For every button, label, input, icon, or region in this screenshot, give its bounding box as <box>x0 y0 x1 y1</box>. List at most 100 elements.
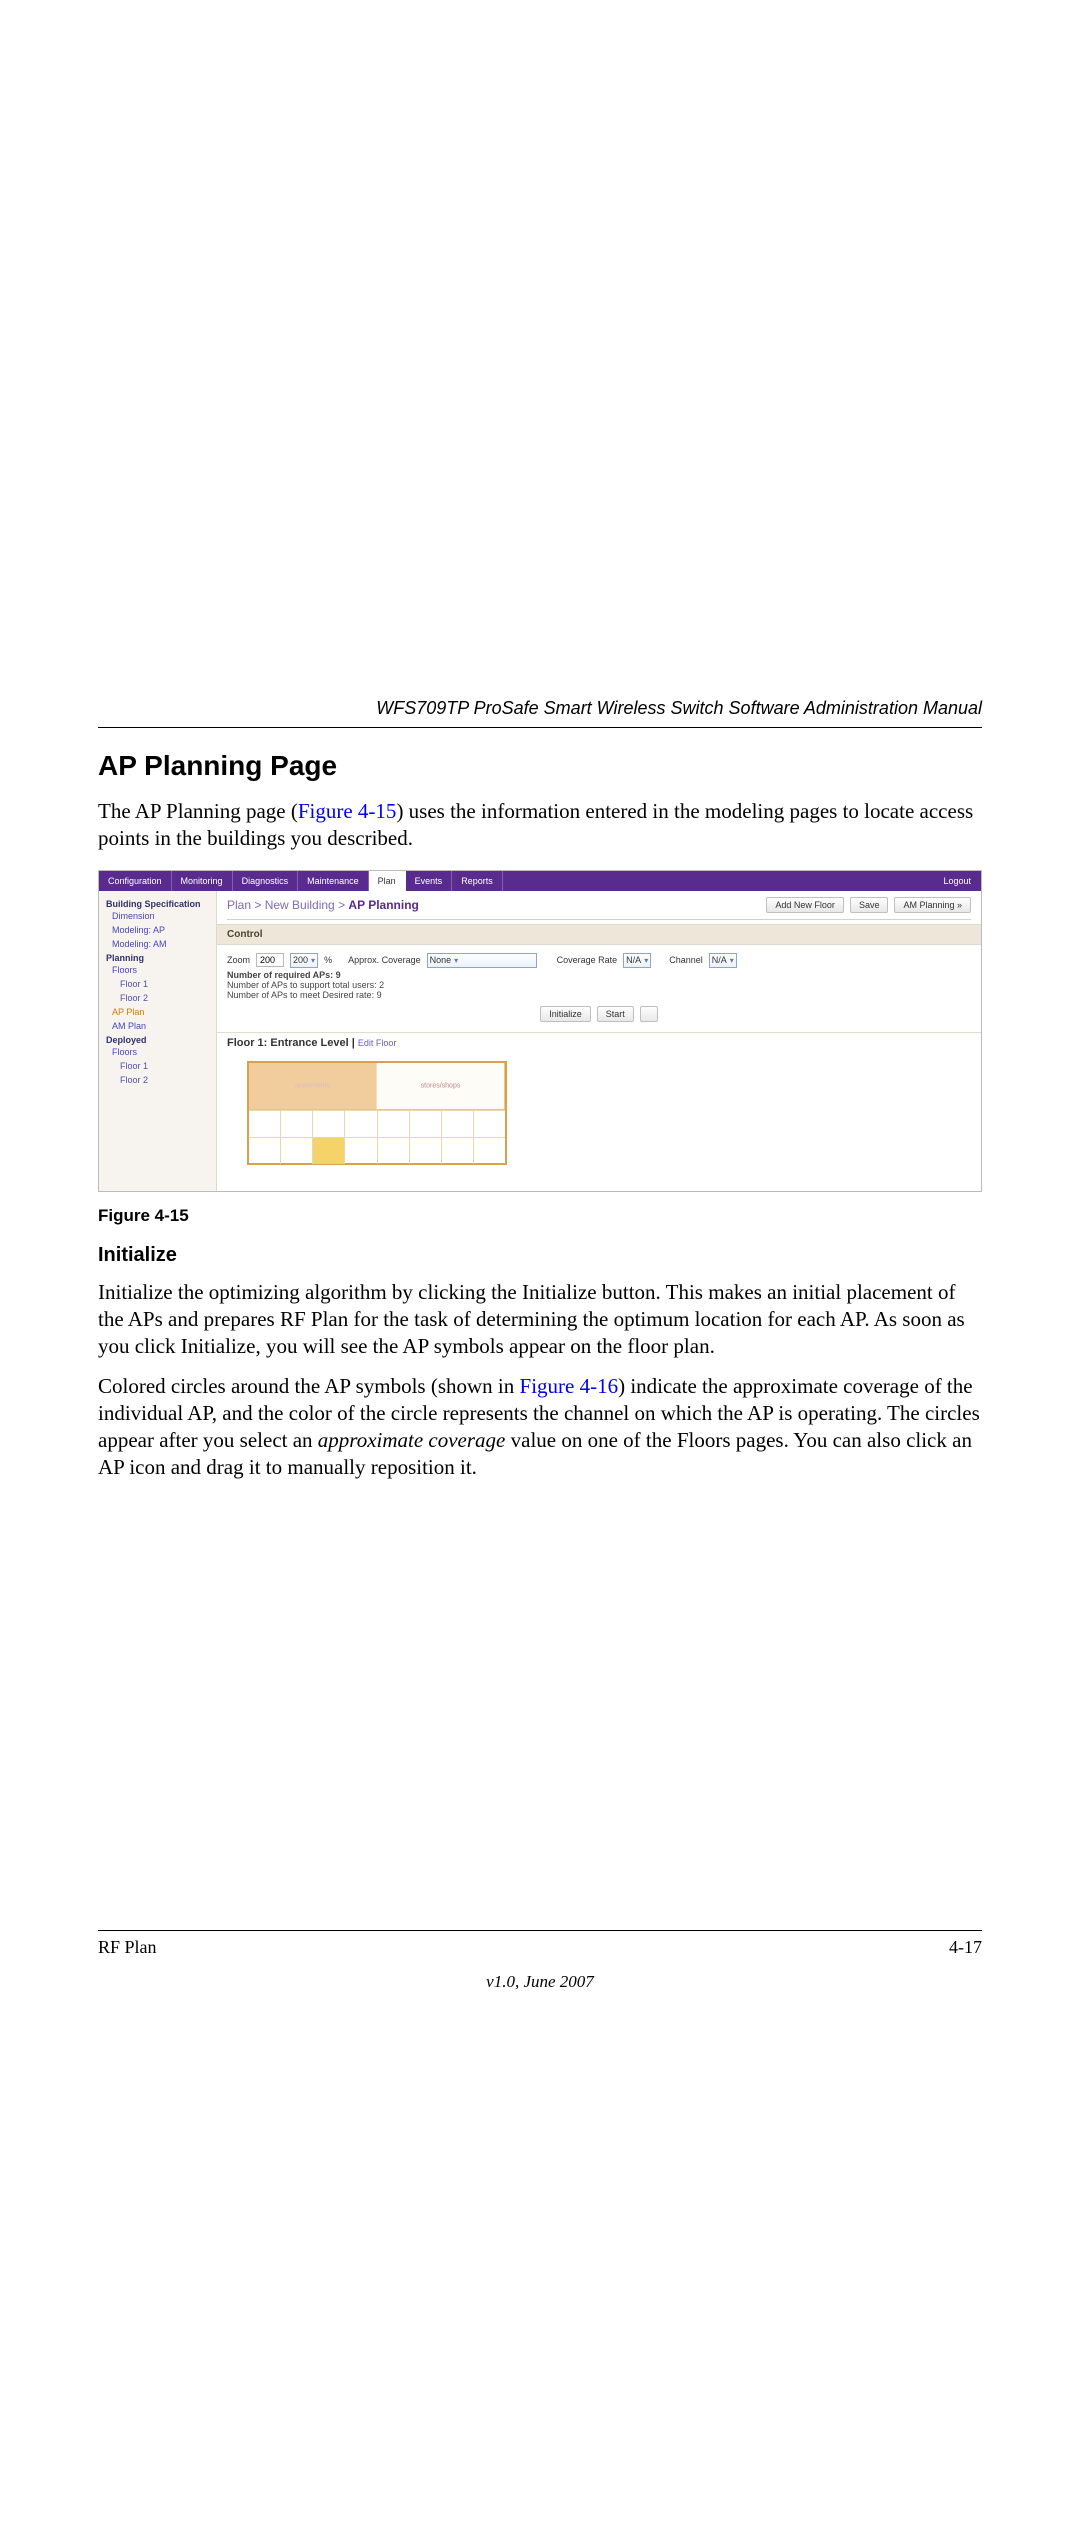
approx-coverage-label: Approx. Coverage <box>348 955 421 965</box>
embedded-screenshot: Configuration Monitoring Diagnostics Mai… <box>98 870 982 1192</box>
footer-row: RF Plan 4-17 <box>98 1937 982 1958</box>
sidebar-item-dep-floors[interactable]: Floors <box>106 1045 209 1059</box>
required-aps-l2: Number of APs to meet Desired rate: 9 <box>227 990 382 1000</box>
app-body: Building Specification Dimension Modelin… <box>99 891 981 1191</box>
section-control: Control <box>217 924 981 945</box>
breadcrumb-current: AP Planning <box>348 898 418 912</box>
sidebar-item-dep-floor1[interactable]: Floor 1 <box>106 1059 209 1073</box>
start-button[interactable]: Start <box>597 1006 634 1022</box>
fp-cell <box>281 1110 313 1137</box>
control-row: Zoom 200 % Approx. Coverage None Coverag… <box>217 951 981 970</box>
sidebar-item-floors[interactable]: Floors <box>106 963 209 977</box>
required-aps: Number of required APs: 9 Number of APs … <box>217 970 981 1000</box>
tab-reports[interactable]: Reports <box>452 871 503 891</box>
fp-label-apartments: apartments <box>295 1082 330 1089</box>
action-buttons: Initialize Start <box>217 1006 981 1022</box>
footer-page-number: 4-17 <box>949 1937 982 1958</box>
zoom-pct: % <box>324 955 332 965</box>
floor-title: Floor 1: Entrance Level <box>227 1037 349 1049</box>
tab-monitoring[interactable]: Monitoring <box>172 871 233 891</box>
sidebar-group-planning: Planning <box>106 953 209 963</box>
sidebar-item-dep-floor2[interactable]: Floor 2 <box>106 1073 209 1087</box>
stop-button[interactable] <box>640 1006 658 1022</box>
zoom-select[interactable]: 200 <box>290 953 318 968</box>
channel-label: Channel <box>669 955 703 965</box>
tab-configuration[interactable]: Configuration <box>99 871 172 891</box>
page-footer: RF Plan 4-17 v1.0, June 2007 <box>98 1930 982 1992</box>
breadcrumb: Plan > New Building > AP Planning <box>227 898 419 912</box>
link-figure-4-16[interactable]: Figure 4-16 <box>520 1374 619 1398</box>
footer-version: v1.0, June 2007 <box>98 1972 982 1992</box>
main-panel: Plan > New Building > AP Planning Add Ne… <box>217 891 981 1191</box>
approx-coverage-select[interactable]: None <box>427 953 537 968</box>
sidebar-item-floor1[interactable]: Floor 1 <box>106 977 209 991</box>
fp-stores: stores/shops <box>377 1063 505 1109</box>
floor-header: Floor 1: Entrance Level | Edit Floor <box>217 1032 981 1053</box>
floorplan[interactable]: apartments stores/shops <box>247 1061 507 1165</box>
figure-caption: Figure 4-15 <box>98 1206 982 1226</box>
sidebar-item-modeling-am[interactable]: Modeling: AM <box>106 937 209 951</box>
floorplan-bottom <box>249 1109 505 1163</box>
p3-italic: approximate coverage <box>318 1428 506 1452</box>
link-figure-4-15[interactable]: Figure 4-15 <box>298 799 397 823</box>
fp-cell <box>410 1110 442 1137</box>
fp-cell <box>313 1110 345 1137</box>
p1-text-a: The AP Planning page ( <box>98 799 298 823</box>
sidebar: Building Specification Dimension Modelin… <box>99 891 217 1191</box>
required-aps-l1: Number of APs to support total users: 2 <box>227 980 384 990</box>
fp-label-stores: stores/shops <box>421 1082 461 1089</box>
fp-row-1 <box>249 1110 505 1137</box>
app-top-nav: Configuration Monitoring Diagnostics Mai… <box>99 871 981 891</box>
coverage-rate-label: Coverage Rate <box>557 955 618 965</box>
fp-cell <box>474 1137 505 1164</box>
zoom-label: Zoom <box>227 955 250 965</box>
logout-link[interactable]: Logout <box>943 876 981 886</box>
channel-select[interactable]: N/A <box>709 953 737 968</box>
floorplan-top-row: apartments stores/shops <box>249 1063 505 1109</box>
footer-left: RF Plan <box>98 1937 157 1958</box>
required-aps-title: Number of required APs: 9 <box>227 970 341 980</box>
document-page: WFS709TP ProSafe Smart Wireless Switch S… <box>98 698 982 1495</box>
sidebar-item-ap-plan[interactable]: AP Plan <box>106 1005 209 1019</box>
heading-ap-planning-page: AP Planning Page <box>98 750 982 782</box>
divider <box>227 919 971 920</box>
fp-cell <box>345 1110 377 1137</box>
sidebar-item-dimension[interactable]: Dimension <box>106 909 209 923</box>
breadcrumb-prefix: Plan > New Building > <box>227 898 348 912</box>
zoom-input[interactable] <box>256 953 284 967</box>
sidebar-group-deployed: Deployed <box>106 1035 209 1045</box>
colored-circles-paragraph: Colored circles around the AP symbols (s… <box>98 1373 982 1481</box>
heading-initialize: Initialize <box>98 1244 982 1267</box>
fp-cell <box>378 1110 410 1137</box>
header-rule <box>98 727 982 728</box>
add-new-floor-button[interactable]: Add New Floor <box>766 897 844 913</box>
fp-cell <box>410 1137 442 1164</box>
sidebar-item-am-plan[interactable]: AM Plan <box>106 1019 209 1033</box>
fp-cell <box>249 1137 281 1164</box>
sidebar-item-modeling-ap[interactable]: Modeling: AP <box>106 923 209 937</box>
fp-cell <box>378 1137 410 1164</box>
fp-cell <box>281 1137 313 1164</box>
am-planning-button[interactable]: AM Planning » <box>894 897 971 913</box>
fp-cell-highlight <box>313 1137 345 1164</box>
sidebar-group-building-spec: Building Specification <box>106 899 209 909</box>
fp-cell <box>474 1110 505 1137</box>
fp-cell <box>345 1137 377 1164</box>
fp-apartments: apartments <box>249 1063 377 1109</box>
fp-cell <box>442 1110 474 1137</box>
initialize-button[interactable]: Initialize <box>540 1006 591 1022</box>
tab-events[interactable]: Events <box>406 871 453 891</box>
fp-row-2 <box>249 1137 505 1164</box>
save-button[interactable]: Save <box>850 897 889 913</box>
footer-rule <box>98 1930 982 1931</box>
fp-cell <box>249 1110 281 1137</box>
edit-floor-link[interactable]: Edit Floor <box>358 1038 397 1048</box>
coverage-rate-select[interactable]: N/A <box>623 953 651 968</box>
tab-maintenance[interactable]: Maintenance <box>298 871 369 891</box>
tab-diagnostics[interactable]: Diagnostics <box>233 871 299 891</box>
initialize-paragraph: Initialize the optimizing algorithm by c… <box>98 1279 982 1360</box>
sidebar-item-floor2[interactable]: Floor 2 <box>106 991 209 1005</box>
running-header: WFS709TP ProSafe Smart Wireless Switch S… <box>98 698 982 727</box>
header-buttons: Add New Floor Save AM Planning » <box>766 897 971 913</box>
tab-plan[interactable]: Plan <box>369 871 406 891</box>
